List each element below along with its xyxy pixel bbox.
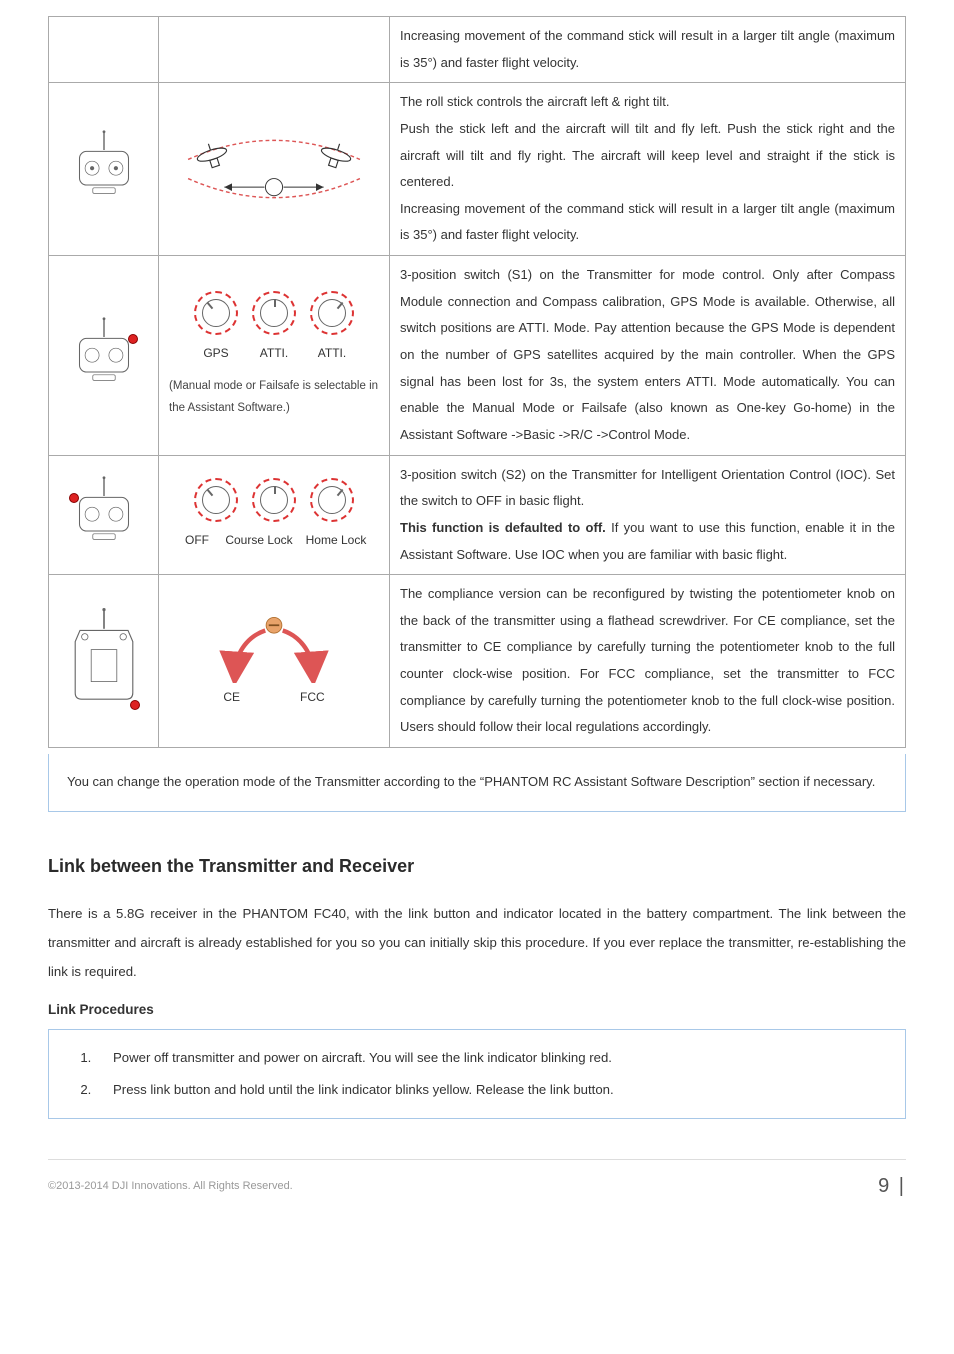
table-row: OFF Course Lock Home Lock 3-position swi… (49, 455, 906, 575)
s1-dials-icon (169, 291, 379, 335)
s2-labels: OFF Course Lock Home Lock (169, 528, 379, 553)
diagram-cell: CE FCC (159, 575, 390, 748)
s1-switch-highlight-icon (128, 334, 138, 344)
diagram-cell (159, 83, 390, 256)
compliance-label: FCC (300, 685, 325, 710)
page-footer: ©2013-2014 DJI Innovations. All Rights R… (48, 1159, 906, 1207)
procedures-box: Power off transmitter and power on aircr… (48, 1029, 906, 1118)
dial-label: OFF (177, 528, 217, 553)
transmitter-cell (49, 83, 159, 256)
section-heading: Link between the Transmitter and Receive… (48, 848, 906, 885)
list-item: Power off transmitter and power on aircr… (95, 1042, 885, 1074)
compliance-knob-icon: CE FCC (169, 613, 379, 710)
description-cell: The compliance version can be reconfigur… (390, 575, 906, 748)
transmitter-back-icon (59, 606, 148, 716)
description-cell: Increasing movement of the command stick… (390, 17, 906, 83)
transmitter-cell (49, 256, 159, 455)
transmitter-s1-icon (59, 316, 148, 396)
dial-label: Course Lock (221, 528, 297, 553)
table-row: The roll stick controls the aircraft lef… (49, 83, 906, 256)
s2-desc-pre: 3-position switch (S2) on the Transmitte… (400, 467, 895, 509)
table-row: CE FCC The compliance version can be rec… (49, 575, 906, 748)
dial-label: GPS (194, 341, 238, 366)
procedures-heading: Link Procedures (48, 996, 906, 1024)
roll-tilt-diagram-icon (169, 129, 379, 209)
dial-label: ATTI. (310, 341, 354, 366)
s2-desc-bold: This function is defaulted to off. (400, 520, 606, 535)
transmitter-front-icon (59, 129, 148, 209)
potentiometer-highlight-icon (130, 700, 140, 710)
dial-label: Home Lock (301, 528, 371, 553)
description-cell: 3-position switch (S1) on the Transmitte… (390, 256, 906, 455)
diagram-cell: OFF Course Lock Home Lock (159, 455, 390, 575)
s1-subnote: (Manual mode or Failsafe is selectable i… (169, 376, 379, 420)
description-cell: The roll stick controls the aircraft lef… (390, 83, 906, 256)
s1-labels: GPS ATTI. ATTI. (169, 341, 379, 366)
transmitter-cell (49, 455, 159, 575)
transmitter-s2-icon (59, 475, 148, 555)
description-cell: 3-position switch (S2) on the Transmitte… (390, 455, 906, 575)
copyright-text: ©2013-2014 DJI Innovations. All Rights R… (48, 1175, 293, 1198)
transmitter-cell (49, 17, 159, 83)
dial-label: ATTI. (252, 341, 296, 366)
diagram-cell (159, 17, 390, 83)
transmitter-cell (49, 575, 159, 748)
table-row: Increasing movement of the command stick… (49, 17, 906, 83)
table-row: GPS ATTI. ATTI. (Manual mode or Failsafe… (49, 256, 906, 455)
page-number: 9 | (878, 1166, 906, 1207)
list-item: Press link button and hold until the lin… (95, 1074, 885, 1106)
s2-dials-icon (169, 478, 379, 522)
controls-table: Increasing movement of the command stick… (48, 16, 906, 748)
note-box: You can change the operation mode of the… (48, 754, 906, 812)
compliance-label: CE (223, 685, 240, 710)
diagram-cell: GPS ATTI. ATTI. (Manual mode or Failsafe… (159, 256, 390, 455)
s2-switch-highlight-icon (69, 493, 79, 503)
section-body: There is a 5.8G receiver in the PHANTOM … (48, 899, 906, 986)
